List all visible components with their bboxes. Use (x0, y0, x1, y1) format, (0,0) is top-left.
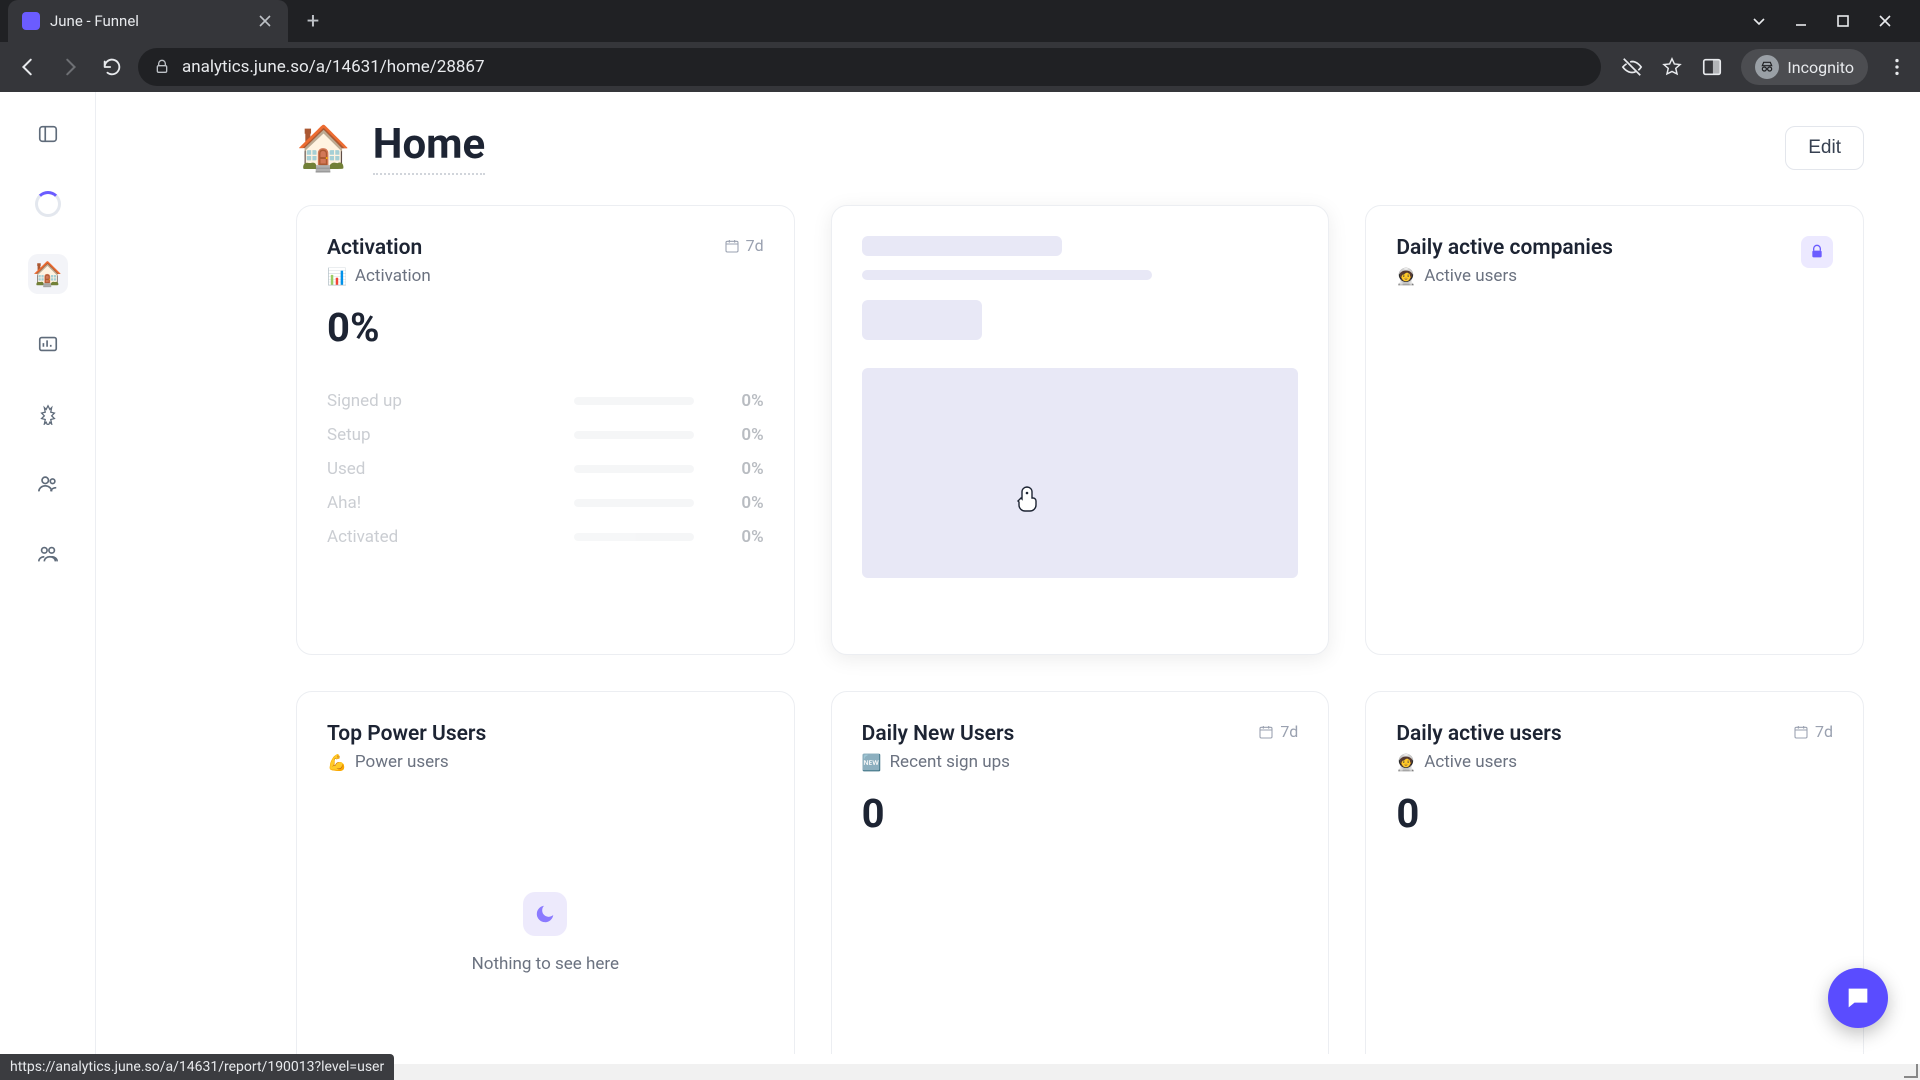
astronaut-icon: 🧑‍🚀 (1396, 267, 1416, 286)
window-close-icon[interactable] (1876, 12, 1894, 30)
funnel-row: Used0% (327, 459, 764, 479)
card-title: Daily active users (1396, 722, 1561, 746)
sidebar-item-events[interactable] (28, 394, 68, 434)
tab-close-icon[interactable] (256, 12, 274, 30)
edit-button[interactable]: Edit (1785, 126, 1864, 170)
card-subtitle: Active users (1424, 752, 1517, 772)
period-badge: 7d (1793, 722, 1833, 741)
card-subtitle: Active users (1424, 266, 1517, 286)
funnel-row: Setup0% (327, 425, 764, 445)
tab-title: June - Funnel (50, 12, 246, 30)
incognito-icon (1755, 55, 1779, 79)
card-activation[interactable]: Activation 📊 Activation 7d 0% Signed up0… (296, 205, 795, 655)
star-icon[interactable] (1661, 56, 1683, 78)
empty-state: Nothing to see here (327, 892, 764, 974)
card-subtitle: Power users (355, 752, 449, 772)
card-title: Daily active companies (1396, 236, 1613, 260)
card-title: Activation (327, 236, 431, 260)
nav-reload-button[interactable] (96, 51, 128, 83)
card-loading[interactable] (831, 205, 1330, 655)
funnel-rows: Signed up0% Setup0% Used0% Aha!0% Activa… (327, 391, 764, 547)
chart-icon: 📊 (327, 267, 347, 286)
home-icon: 🏠 (33, 260, 63, 288)
skeleton-line (862, 270, 1152, 280)
card-title: Daily New Users (862, 722, 1015, 746)
eye-off-icon[interactable] (1621, 56, 1643, 78)
funnel-row: Aha!0% (327, 493, 764, 513)
kebab-menu-icon[interactable] (1886, 56, 1908, 78)
sidebar-item-companies[interactable] (28, 534, 68, 574)
browser-chrome: June - Funnel + analytics.june.so/a/1463… (0, 0, 1920, 92)
incognito-label: Incognito (1787, 58, 1854, 77)
metric-value: 0% (327, 304, 764, 351)
chat-icon (1844, 984, 1872, 1012)
calendar-icon (1258, 724, 1274, 740)
new-tab-button[interactable]: + (298, 6, 328, 36)
page-header: 🏠 Home Edit (296, 120, 1864, 175)
flex-icon: 💪 (327, 753, 347, 772)
metric-value: 0 (862, 790, 1299, 837)
url-text: analytics.june.so/a/14631/home/28867 (182, 57, 485, 77)
astronaut-icon: 🧑‍🚀 (1396, 753, 1416, 772)
nav-forward-button[interactable] (54, 51, 86, 83)
card-subtitle: Activation (355, 266, 431, 286)
status-url: https://analytics.june.so/a/14631/report… (10, 1059, 384, 1075)
nav-back-button[interactable] (12, 51, 44, 83)
chevron-down-icon[interactable] (1750, 12, 1768, 30)
funnel-row: Signed up0% (327, 391, 764, 411)
tab-favicon (22, 12, 40, 30)
sidebar-item-users[interactable] (28, 464, 68, 504)
locked-badge (1801, 236, 1833, 268)
card-grid: Activation 📊 Activation 7d 0% Signed up0… (296, 205, 1864, 1054)
address-bar: analytics.june.so/a/14631/home/28867 Inc… (0, 42, 1920, 92)
chat-launcher[interactable] (1828, 968, 1888, 1028)
metric-value: 0 (1396, 790, 1833, 837)
page-title[interactable]: Home (373, 120, 485, 175)
page-icon: 🏠 (296, 122, 351, 174)
period-badge: 7d (724, 236, 764, 255)
sidebar: 🏠 (0, 92, 96, 1054)
skeleton-line (862, 236, 1062, 256)
url-input[interactable]: analytics.june.so/a/14631/home/28867 (138, 48, 1601, 86)
sidebar-item-reports[interactable] (28, 324, 68, 364)
lock-icon (154, 59, 170, 75)
empty-text: Nothing to see here (472, 954, 619, 974)
app: 🏠 🏠 Home Edit Activation 📊 Activation (0, 92, 1920, 1054)
sidebar-toggle-icon[interactable] (28, 114, 68, 154)
new-icon: 🆕 (862, 753, 882, 772)
funnel-row: Activated0% (327, 527, 764, 547)
card-daily-active-companies[interactable]: Daily active companies 🧑‍🚀 Active users (1365, 205, 1864, 655)
period-badge: 7d (1258, 722, 1298, 741)
card-title: Top Power Users (327, 722, 486, 746)
card-daily-new-users[interactable]: Daily New Users 🆕 Recent sign ups 7d 0 (831, 691, 1330, 1054)
tab-bar: June - Funnel + (0, 0, 1920, 42)
moon-icon (523, 892, 567, 936)
main-content: 🏠 Home Edit Activation 📊 Activation (96, 92, 1920, 1054)
sidebar-item-home[interactable]: 🏠 (28, 254, 68, 294)
calendar-icon (1793, 724, 1809, 740)
window-minimize-icon[interactable] (1792, 12, 1810, 30)
status-bar: https://analytics.june.so/a/14631/report… (0, 1054, 394, 1080)
window-maximize-icon[interactable] (1834, 12, 1852, 30)
card-daily-active-users[interactable]: Daily active users 🧑‍🚀 Active users 7d 0 (1365, 691, 1864, 1054)
lock-icon (1809, 244, 1825, 260)
skeleton-line (862, 300, 982, 340)
browser-tab[interactable]: June - Funnel (8, 0, 288, 42)
panel-icon[interactable] (1701, 56, 1723, 78)
card-subtitle: Recent sign ups (890, 752, 1010, 772)
incognito-badge[interactable]: Incognito (1741, 49, 1868, 85)
skeleton-block (862, 368, 1299, 578)
card-top-power-users[interactable]: Top Power Users 💪 Power users Nothing to… (296, 691, 795, 1054)
calendar-icon (724, 238, 740, 254)
loading-spinner-icon (28, 184, 68, 224)
